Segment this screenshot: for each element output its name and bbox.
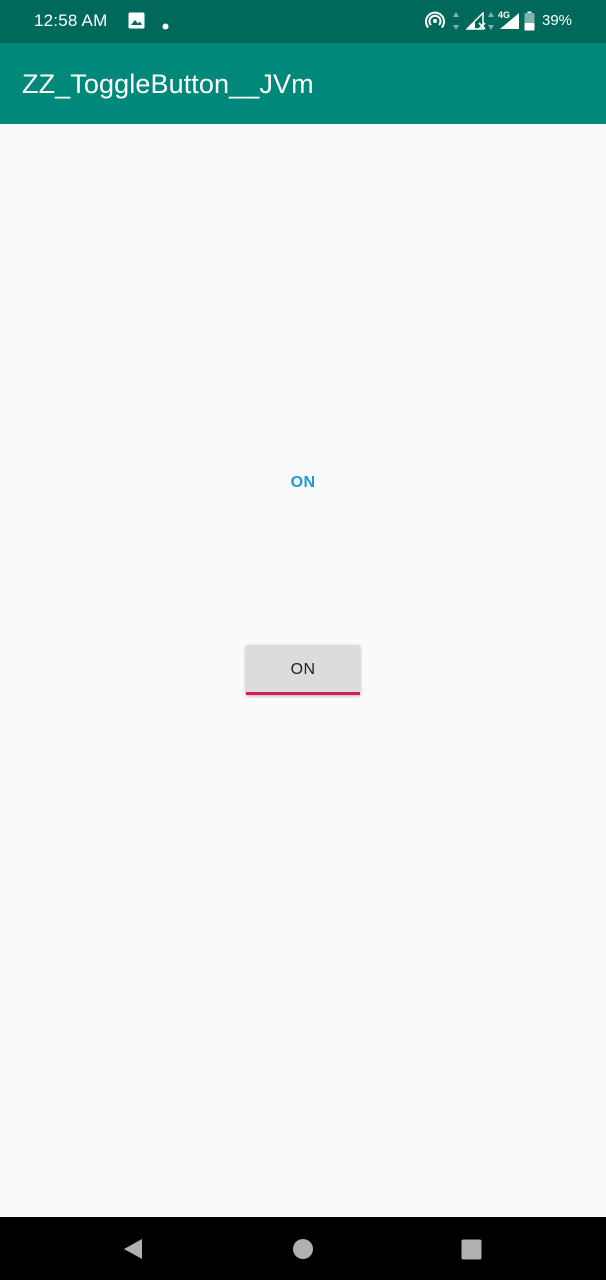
image-icon xyxy=(128,12,145,34)
network-type-label: 4G xyxy=(498,10,511,20)
toggle-on-indicator xyxy=(246,692,360,695)
recents-icon[interactable] xyxy=(461,1239,482,1265)
data-arrows-icon xyxy=(452,11,460,36)
navigation-bar xyxy=(0,1217,606,1280)
toggle-button-label: ON xyxy=(290,661,316,678)
main-content: ON ON xyxy=(0,124,606,1217)
data-arrows-icon xyxy=(487,11,495,36)
home-icon[interactable] xyxy=(292,1238,314,1265)
battery-icon xyxy=(524,11,535,36)
toggle-button[interactable]: ON xyxy=(246,645,360,695)
app-bar: ZZ_ToggleButton__JVm xyxy=(0,43,606,124)
back-icon[interactable] xyxy=(122,1237,144,1266)
hotspot-icon xyxy=(425,11,445,36)
battery-percent: 39% xyxy=(542,12,573,29)
notification-dot-icon xyxy=(162,17,169,35)
signal-no-data-icon xyxy=(465,11,488,35)
status-time: 12:58 AM xyxy=(34,11,108,30)
status-bar: 12:58 AM 4G 39% xyxy=(0,0,606,43)
toggle-state-text: ON xyxy=(290,474,316,491)
page-title: ZZ_ToggleButton__JVm xyxy=(22,69,314,99)
